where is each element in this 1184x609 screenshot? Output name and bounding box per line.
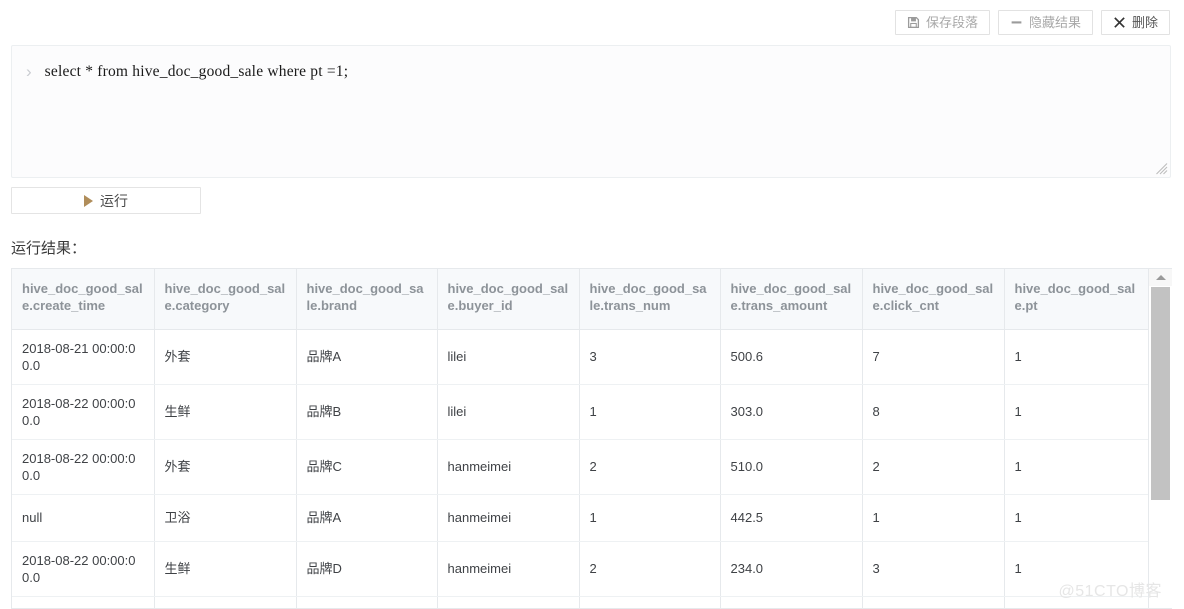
cell-trans-num: 1: [579, 384, 721, 440]
editor-first-line: › select * from hive_doc_good_sale where…: [12, 46, 1170, 80]
cell-click-cnt: 7: [862, 596, 1005, 608]
table-row: 2018-08-23 00:00:00.0 外套 品牌B jimmy 9 200…: [12, 596, 1148, 608]
cell-buyer-id: hanmeimei: [437, 439, 580, 495]
chevron-up-icon: [1156, 275, 1166, 280]
table-row: 2018-08-22 00:00:00.0 生鲜 品牌B lilei 1 303…: [12, 384, 1148, 440]
cell-category: 外套: [154, 596, 297, 608]
cell-category: 生鲜: [154, 384, 297, 440]
cell-create-time: 2018-08-21 00:00:00.0: [12, 329, 155, 385]
cell-trans-amount: 2000.0: [720, 596, 863, 608]
cell-create-time: null: [12, 494, 155, 542]
cell-category: 外套: [154, 439, 297, 495]
cell-trans-amount: 510.0: [720, 439, 863, 495]
delete-paragraph-label: 删除: [1131, 15, 1158, 30]
cell-brand: 品牌A: [296, 329, 438, 385]
play-icon: [84, 194, 93, 207]
cell-create-time: 2018-08-22 00:00:00.0: [12, 439, 155, 495]
cell-trans-amount: 500.6: [720, 329, 863, 385]
scroll-up-button[interactable]: [1149, 269, 1172, 286]
result-table-vertical-scrollbar[interactable]: [1148, 269, 1172, 608]
column-header-click-cnt[interactable]: hive_doc_good_sale.click_cnt: [862, 269, 1005, 330]
cell-brand: 品牌D: [296, 541, 438, 597]
cell-trans-num: 2: [579, 541, 721, 597]
save-paragraph-label: 保存段落: [925, 15, 978, 30]
cell-pt: 1: [1004, 384, 1148, 440]
run-button[interactable]: 运行: [11, 187, 201, 214]
scrollbar-thumb[interactable]: [1151, 287, 1170, 500]
save-paragraph-button[interactable]: 保存段落: [894, 10, 990, 35]
cell-category: 生鲜: [154, 541, 297, 597]
result-table-container: hive_doc_good_sale.create_time hive_doc_…: [11, 268, 1172, 609]
cell-create-time: 2018-08-23 00:00:00.0: [12, 596, 155, 608]
close-icon: [1113, 16, 1126, 29]
column-header-trans-amount[interactable]: hive_doc_good_sale.trans_amount: [720, 269, 863, 330]
cell-buyer-id: lilei: [437, 384, 580, 440]
cell-trans-num: 9: [579, 596, 721, 608]
cell-click-cnt: 7: [862, 329, 1005, 385]
result-section-label: 运行结果：: [11, 240, 87, 257]
cell-pt: 1: [1004, 541, 1148, 597]
cell-buyer-id: jimmy: [437, 596, 580, 608]
cell-click-cnt: 3: [862, 541, 1005, 597]
cell-click-cnt: 2: [862, 439, 1005, 495]
hide-result-label: 隐藏结果: [1028, 15, 1081, 30]
column-header-brand[interactable]: hive_doc_good_sale.brand: [296, 269, 438, 330]
delete-paragraph-button[interactable]: 删除: [1100, 10, 1170, 35]
cell-buyer-id: hanmeimei: [437, 541, 580, 597]
column-header-create-time[interactable]: hive_doc_good_sale.create_time: [12, 269, 155, 330]
table-row: 2018-08-21 00:00:00.0 外套 品牌A lilei 3 500…: [12, 329, 1148, 385]
run-button-label: 运行: [100, 192, 128, 209]
result-table-head: hive_doc_good_sale.create_time hive_doc_…: [12, 269, 1148, 330]
cell-trans-num: 2: [579, 439, 721, 495]
cell-trans-num: 3: [579, 329, 721, 385]
column-header-buyer-id[interactable]: hive_doc_good_sale.buyer_id: [437, 269, 580, 330]
prompt-chevron-icon: ›: [26, 62, 32, 81]
sql-query-text[interactable]: select * from hive_doc_good_sale where p…: [45, 63, 349, 80]
save-icon: [907, 16, 920, 29]
table-row: 2018-08-22 00:00:00.0 外套 品牌C hanmeimei 2…: [12, 439, 1148, 495]
cell-pt: 1: [1004, 494, 1148, 542]
result-table: hive_doc_good_sale.create_time hive_doc_…: [12, 269, 1148, 608]
table-row: 2018-08-22 00:00:00.0 生鲜 品牌D hanmeimei 2…: [12, 541, 1148, 597]
column-header-pt[interactable]: hive_doc_good_sale.pt: [1004, 269, 1148, 330]
cell-click-cnt: 8: [862, 384, 1005, 440]
paragraph-toolbar: 保存段落 隐藏结果 删除: [894, 10, 1170, 35]
sql-notebook-paragraph: 保存段落 隐藏结果 删除 › select * from hive_doc_go…: [0, 0, 1184, 609]
cell-trans-amount: 234.0: [720, 541, 863, 597]
cell-trans-amount: 303.0: [720, 384, 863, 440]
cell-brand: 品牌B: [296, 596, 438, 608]
cell-create-time: 2018-08-22 00:00:00.0: [12, 541, 155, 597]
cell-buyer-id: lilei: [437, 329, 580, 385]
column-header-category[interactable]: hive_doc_good_sale.category: [154, 269, 297, 330]
cell-pt: 1: [1004, 596, 1148, 608]
sql-editor[interactable]: › select * from hive_doc_good_sale where…: [11, 45, 1171, 178]
cell-buyer-id: hanmeimei: [437, 494, 580, 542]
cell-trans-num: 1: [579, 494, 721, 542]
cell-trans-amount: 442.5: [720, 494, 863, 542]
result-table-body: 2018-08-21 00:00:00.0 外套 品牌A lilei 3 500…: [12, 329, 1148, 608]
column-header-trans-num[interactable]: hive_doc_good_sale.trans_num: [579, 269, 721, 330]
hide-result-button[interactable]: 隐藏结果: [997, 10, 1093, 35]
cell-category: 卫浴: [154, 494, 297, 542]
table-header-row: hive_doc_good_sale.create_time hive_doc_…: [12, 269, 1148, 330]
cell-category: 外套: [154, 329, 297, 385]
result-table-scrollport: hive_doc_good_sale.create_time hive_doc_…: [12, 269, 1148, 608]
cell-click-cnt: 1: [862, 494, 1005, 542]
table-row: null 卫浴 品牌A hanmeimei 1 442.5 1 1: [12, 494, 1148, 542]
cell-create-time: 2018-08-22 00:00:00.0: [12, 384, 155, 440]
cell-brand: 品牌B: [296, 384, 438, 440]
cell-brand: 品牌C: [296, 439, 438, 495]
minus-icon: [1010, 16, 1023, 29]
cell-brand: 品牌A: [296, 494, 438, 542]
cell-pt: 1: [1004, 329, 1148, 385]
editor-resize-handle[interactable]: [1155, 162, 1168, 175]
cell-pt: 1: [1004, 439, 1148, 495]
